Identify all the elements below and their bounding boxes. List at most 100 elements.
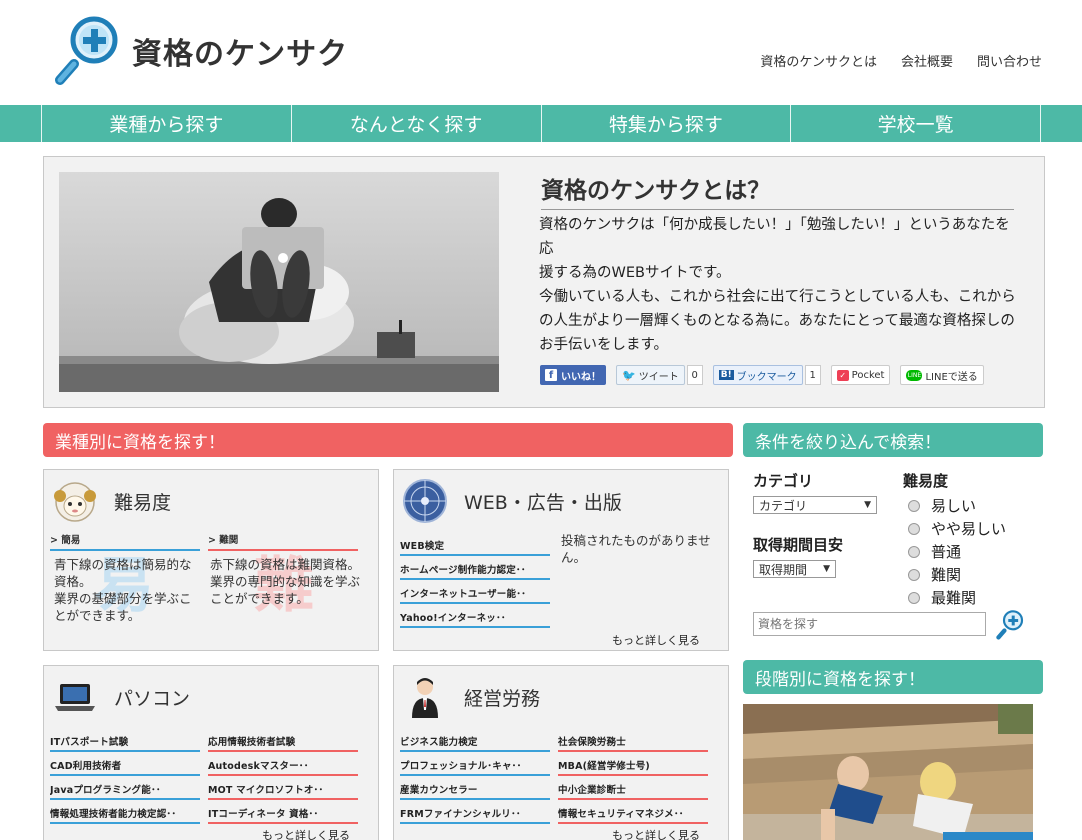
site-logo[interactable]: 資格のケンサク	[52, 16, 348, 86]
web-link[interactable]: インターネットユーザー能･･	[400, 580, 550, 604]
card-difficulty-title: 難易度	[114, 491, 172, 514]
pc-more-link[interactable]: もっと詳しく見る	[262, 827, 350, 840]
pc-link[interactable]: 応用情報技術者試験	[208, 728, 358, 752]
like-label: いいね！	[561, 371, 601, 383]
easy-description: 青下線の資格は簡易的な資格。 業界の基礎部分を学ぶことができます。	[54, 557, 192, 623]
hatena-bookmark-button[interactable]: B! ブックマーク	[712, 365, 803, 385]
pc-link[interactable]: 情報処理技術者能力検定認･･	[50, 800, 200, 824]
web-link-list: WEB検定 ホームページ制作能力認定･･ インターネットユーザー能･･ Yaho…	[400, 532, 550, 628]
web-link[interactable]: Yahoo!インターネッ･･	[400, 604, 550, 628]
card-web: WEB・広告・出版 WEB検定 ホームページ制作能力認定･･ インターネットユー…	[393, 469, 729, 651]
mgmt-link[interactable]: 中小企業診断士	[558, 776, 708, 800]
dropdown-arrow-icon: ▼	[864, 500, 871, 510]
period-select[interactable]: 取得期間 ▼	[753, 560, 836, 578]
search-submit-icon[interactable]	[994, 610, 1026, 640]
hero-desc-line: お手伝いをします。	[539, 337, 669, 353]
section-industry-header: 業種別に資格を探す！	[43, 423, 733, 457]
exercise-photo	[743, 704, 1033, 840]
difficulty-radio-group: 易しい やや易しい 普通 難関 最難関	[908, 494, 1006, 609]
mgmt-link[interactable]: 社会保険労務士	[558, 728, 708, 752]
top-links: 資格のケンサクとは 会社概要 問い合わせ	[760, 51, 1042, 70]
toplink-company[interactable]: 会社概要	[901, 51, 953, 70]
web-link[interactable]: ホームページ制作能力認定･･	[400, 556, 550, 580]
card-management: 経営労務 ビジネス能力検定 社会保険労務士 プロフェッショナル･キャ･･ MBA…	[393, 665, 729, 840]
radio-label: 普通	[931, 543, 962, 561]
stage-section-photo	[743, 704, 1033, 840]
period-label: 取得期間目安	[753, 536, 844, 554]
tweet-count: 0	[686, 365, 703, 385]
dropdown-arrow-icon: ▼	[823, 564, 830, 574]
search-input[interactable]	[753, 612, 986, 636]
hatena-icon: B!	[718, 370, 734, 380]
pocket-button[interactable]: ✓ Pocket	[830, 365, 891, 385]
line-icon: LINE	[906, 369, 923, 381]
card-pc: パソコン ITパスポート試験 応用情報技術者試験 CAD利用技術者 Autode…	[43, 665, 379, 840]
card-difficulty: 難易度 > 簡易 > 難関 易 難 青下線の資格は簡易的な資格。 業界の基礎部分…	[43, 469, 379, 651]
globe-network-icon	[403, 479, 447, 523]
radio-somewhat-easy[interactable]: やや易しい	[908, 517, 1006, 540]
mgmt-link[interactable]: プロフェッショナル･キャ･･	[400, 752, 550, 776]
category-select[interactable]: カテゴリ ▼	[753, 496, 877, 514]
facebook-like-button[interactable]: f いいね！	[540, 365, 606, 385]
mgmt-link[interactable]: 産業カウンセラー	[400, 776, 550, 800]
pc-link[interactable]: ITコーディネータ 資格･･	[208, 800, 358, 824]
pc-link[interactable]: Autodeskマスター･･	[208, 752, 358, 776]
tweet-button[interactable]: 🐦 ツイート	[616, 365, 685, 385]
web-more-link[interactable]: もっと詳しく見る	[612, 632, 700, 648]
pc-link[interactable]: ITパスポート試験	[50, 728, 200, 752]
web-link[interactable]: WEB検定	[400, 532, 550, 556]
hero-photo	[59, 172, 499, 392]
nav-feature[interactable]: 特集から探す	[542, 105, 792, 142]
radio-easy[interactable]: 易しい	[908, 494, 1006, 517]
toplink-contact[interactable]: 問い合わせ	[977, 51, 1042, 70]
hard-link[interactable]: > 難関	[208, 532, 358, 551]
pc-link[interactable]: CAD利用技術者	[50, 752, 200, 776]
mgmt-more-link[interactable]: もっと詳しく見る	[612, 827, 700, 840]
web-empty-message: 投稿されたものがありません。	[561, 533, 711, 565]
card-web-title: WEB・広告・出版	[464, 491, 622, 514]
share-buttons: f いいね！ 🐦 ツイート 0 B! ブックマーク 1 ✓ Pocket LIN…	[540, 365, 984, 385]
hero-desc-line: の人生がより一層輝くものとなる為に。あなたにとって最適な資格探しの	[539, 313, 1015, 329]
hero-description: 資格のケンサクは「何か成長したい！」「勉強したい！」というあなたを応 援する為の…	[539, 213, 1024, 357]
radio-circle-icon	[908, 545, 920, 558]
pocket-label: Pocket	[851, 369, 885, 381]
category-label: カテゴリ	[753, 472, 814, 490]
radio-hardest[interactable]: 最難関	[908, 586, 1006, 609]
global-nav: 業種から探す なんとなく探す 特集から探す 学校一覧	[0, 105, 1082, 142]
hero-title: 資格のケンサクとは？	[541, 171, 1014, 210]
hard-description: 赤下線の資格は難関資格。 業界の専門的な知識を学ぶことができます。	[210, 557, 361, 606]
radio-circle-icon	[908, 522, 920, 535]
easy-link[interactable]: > 簡易	[50, 532, 200, 551]
radio-label: やや易しい	[931, 520, 1007, 538]
section-stage-header: 段階別に資格を探す！	[743, 660, 1043, 694]
hatena-count: 1	[804, 365, 821, 385]
hero-desc-line: 資格のケンサクは「何か成長したい！」「勉強したい！」というあなたを応	[539, 217, 1010, 257]
mgmt-link[interactable]: 情報セキュリティマネジメ･･	[558, 800, 708, 824]
pc-link[interactable]: MOT マイクロソフトオ･･	[208, 776, 358, 800]
radio-hard[interactable]: 難関	[908, 563, 1006, 586]
section-filter-header: 条件を絞り込んで検索！	[743, 423, 1043, 457]
toplink-about[interactable]: 資格のケンサクとは	[760, 51, 877, 70]
category-select-value: カテゴリ	[759, 498, 808, 513]
hero-desc-line: 今働いている人も、これから社会に出て行こうとしている人も、これから	[539, 289, 1016, 305]
sheep-icon	[54, 482, 96, 522]
nav-industry[interactable]: 業種から探す	[42, 105, 292, 142]
pocket-icon: ✓	[836, 369, 849, 381]
person-with-laptop-image	[59, 172, 499, 392]
radio-label: 易しい	[931, 497, 977, 515]
difficulty-label: 難易度	[903, 472, 949, 490]
pc-link[interactable]: Javaプログラミング能･･	[50, 776, 200, 800]
mgmt-link[interactable]: FRMファイナンシャルリ･･	[400, 800, 550, 824]
radio-circle-icon	[908, 499, 920, 512]
nav-casual[interactable]: なんとなく探す	[292, 105, 542, 142]
radio-circle-icon	[908, 568, 920, 581]
radio-normal[interactable]: 普通	[908, 540, 1006, 563]
hero-panel: 資格のケンサクとは？ 資格のケンサクは「何か成長したい！」「勉強したい！」という…	[43, 156, 1045, 408]
mgmt-link[interactable]: MBA(経営学修士号)	[558, 752, 708, 776]
nav-schools[interactable]: 学校一覧	[791, 105, 1041, 142]
mgmt-link[interactable]: ビジネス能力検定	[400, 728, 550, 752]
radio-circle-icon	[908, 591, 920, 604]
line-share-button[interactable]: LINE LINEで送る	[900, 365, 984, 385]
magnifier-plus-icon	[55, 16, 118, 85]
hero-desc-line: 援する為のWEBサイトです。	[539, 265, 731, 281]
